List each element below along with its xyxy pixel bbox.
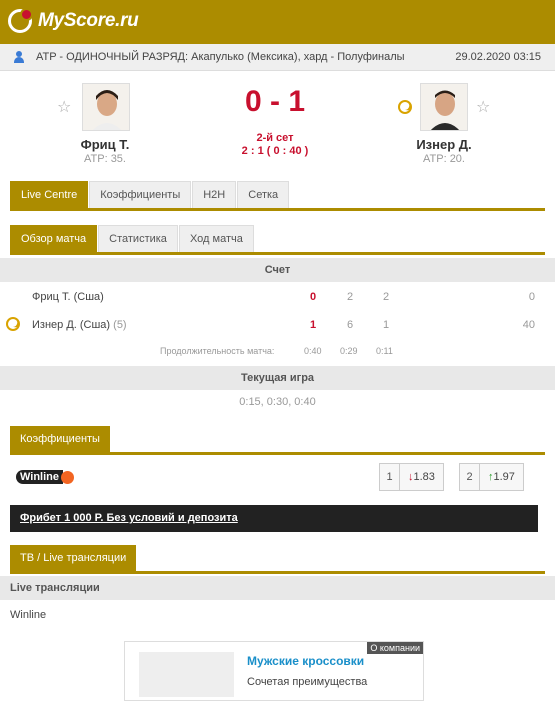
set2-games: 1 bbox=[382, 319, 390, 331]
top-bar: MyScore.ru bbox=[0, 0, 555, 44]
score-row-player[interactable]: Фриц Т. (Сша) bbox=[32, 291, 104, 303]
bookmaker-name: Winline bbox=[16, 470, 64, 484]
odds-home-label: 1 bbox=[380, 464, 400, 490]
player-name[interactable]: Фриц Т. (Сша) bbox=[32, 291, 104, 303]
duration-set1: 0:29 bbox=[340, 346, 358, 356]
away-player-rank: ATP: 20. bbox=[423, 153, 465, 165]
set2-games: 2 bbox=[382, 291, 390, 303]
score-row-home: Фриц Т. (Сша) 0 2 2 0 bbox=[0, 283, 555, 311]
away-player-name[interactable]: Изнер Д. bbox=[399, 137, 489, 152]
home-player-name[interactable]: Фриц Т. bbox=[60, 137, 150, 152]
match-status: 2-й сет bbox=[256, 132, 294, 144]
tv-section-tab[interactable]: TB / Live трансляции bbox=[10, 545, 137, 571]
logo-text: MyScore.ru bbox=[38, 10, 139, 31]
match-datetime: 29.02.2020 03:15 bbox=[455, 51, 541, 63]
favorite-star-icon-home[interactable]: ☆ bbox=[57, 97, 71, 117]
tab-odds[interactable]: Коэффициенты bbox=[89, 181, 192, 208]
promo-banner: Фрибет 1 000 Р. Без условий и депозита bbox=[10, 505, 538, 532]
player-icon bbox=[13, 51, 25, 63]
promo-link[interactable]: Фрибет 1 000 Р. Без условий и депозита bbox=[20, 512, 238, 524]
odds-section-tab[interactable]: Коэффициенты bbox=[10, 426, 110, 452]
tab-match-summary[interactable]: Обзор матча bbox=[10, 225, 98, 252]
tournament-title[interactable]: ATP - ОДИНОЧНЫЙ РАЗРЯД: Акапулько (Мекси… bbox=[36, 51, 405, 63]
odds-divider bbox=[10, 452, 545, 455]
tab-draw[interactable]: Сетка bbox=[237, 181, 290, 208]
serving-icon bbox=[6, 317, 20, 331]
live-stream-item[interactable]: Winline bbox=[10, 609, 46, 621]
game-points: 0 bbox=[528, 291, 535, 303]
game-points: 40 bbox=[522, 319, 535, 331]
player-seed: (5) bbox=[113, 319, 127, 331]
duration-total: 0:40 bbox=[304, 346, 322, 356]
current-game-header: Текущая игра bbox=[0, 366, 555, 390]
set1-games: 2 bbox=[346, 291, 354, 303]
odds-away-number: 1.97 bbox=[493, 471, 515, 483]
favorite-star-icon-away[interactable]: ☆ bbox=[476, 97, 490, 117]
odds-home[interactable]: 1 ↓1.83 bbox=[379, 463, 444, 491]
set-score: 2 : 1 ( 0 : 40 ) bbox=[241, 145, 309, 157]
match-header: ☆ Фриц Т. ATP: 35. 0 - 1 2-й сет 2 : 1 (… bbox=[0, 71, 555, 181]
serving-icon bbox=[398, 100, 412, 114]
logo-icon bbox=[8, 8, 33, 33]
sub-tabs: Обзор матча Статистика Ход матча bbox=[10, 225, 255, 252]
tv-divider bbox=[10, 571, 545, 574]
home-player-rank: ATP: 35. bbox=[84, 153, 126, 165]
tabs-divider bbox=[10, 208, 545, 211]
tab-statistics[interactable]: Статистика bbox=[98, 225, 178, 252]
match-score: 0 - 1 bbox=[244, 85, 306, 118]
sets-won: 0 bbox=[309, 291, 317, 303]
score-header: Счет bbox=[0, 258, 555, 282]
player-name[interactable]: Изнер Д. (Сша) bbox=[32, 319, 110, 331]
ad-thumbnail[interactable] bbox=[139, 652, 234, 697]
score-row-away: Изнер Д. (Сша) (5) 1 6 1 40 bbox=[0, 311, 555, 339]
bookmaker-dot-icon bbox=[61, 470, 75, 484]
duration-set2: 0:11 bbox=[376, 346, 393, 356]
ad-description: Сочетая преимущества bbox=[247, 676, 368, 688]
score-row-player[interactable]: Изнер Д. (Сша) (5) bbox=[32, 319, 127, 331]
odds-home-value: ↓1.83 bbox=[400, 471, 443, 483]
away-player-photo[interactable] bbox=[420, 83, 468, 131]
subtabs-divider bbox=[10, 252, 545, 255]
odds-home-number: 1.83 bbox=[413, 471, 435, 483]
tab-h2h[interactable]: H2H bbox=[192, 181, 237, 208]
live-streams-header: Live трансляции bbox=[0, 576, 555, 600]
sets-won: 1 bbox=[309, 319, 317, 331]
ad-title[interactable]: Мужские кроссовки bbox=[247, 654, 364, 668]
bookmaker-logo[interactable]: Winline bbox=[16, 469, 75, 485]
odds-away-value: ↑1.97 bbox=[480, 471, 523, 483]
match-duration: Продолжительность матча: 0:40 0:29 0:11 bbox=[0, 346, 555, 360]
ad-block[interactable]: О компании Мужские кроссовки Сочетая пре… bbox=[124, 641, 424, 701]
odds-away[interactable]: 2 ↑1.97 bbox=[459, 463, 524, 491]
odds-away-label: 2 bbox=[460, 464, 480, 490]
duration-label: Продолжительность матча: bbox=[160, 346, 275, 356]
tab-live-centre[interactable]: Live Centre bbox=[10, 181, 89, 208]
breadcrumb: ATP - ОДИНОЧНЫЙ РАЗРЯД: Акапулько (Мекси… bbox=[0, 44, 555, 71]
tab-match-history[interactable]: Ход матча bbox=[178, 225, 254, 252]
logo[interactable]: MyScore.ru bbox=[8, 8, 139, 33]
set1-games: 6 bbox=[346, 319, 354, 331]
main-tabs: Live Centre Коэффициенты H2H Сетка bbox=[10, 181, 290, 208]
home-player-photo[interactable] bbox=[82, 83, 130, 131]
current-game-progress: 0:15, 0:30, 0:40 bbox=[239, 396, 316, 408]
ad-badge[interactable]: О компании bbox=[367, 642, 423, 654]
